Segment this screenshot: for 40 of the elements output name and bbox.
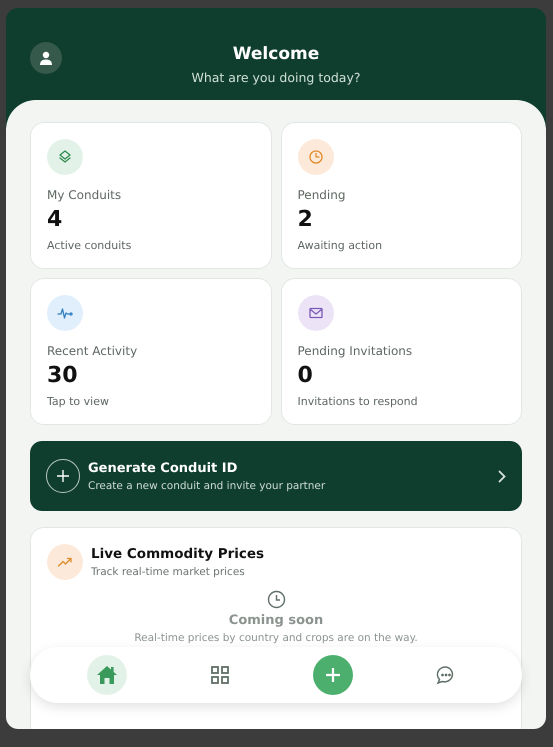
- stat-caption: Tap to view: [47, 395, 110, 408]
- stat-label: Pending Invitations: [298, 344, 414, 358]
- plus-icon: [46, 459, 80, 493]
- clock-icon: [266, 590, 286, 609]
- avatar-icon[interactable]: [30, 42, 62, 74]
- stat-value: 4: [47, 207, 64, 232]
- commodity-title: Live Commodity Prices: [91, 546, 264, 562]
- chevron-right-icon: [498, 470, 506, 482]
- layers-icon: [47, 139, 83, 175]
- coming-soon-title: Coming soon: [228, 613, 324, 628]
- chat-bubble-icon: [436, 665, 456, 685]
- stat-label: My Conduits: [47, 188, 122, 202]
- add-fab-button[interactable]: [312, 655, 352, 695]
- stat-caption: Active conduits: [47, 239, 132, 252]
- stat-label: Recent Activity: [47, 344, 138, 358]
- stat-card[interactable]: Pending 2 Awaiting action: [280, 122, 522, 269]
- envelope-icon: [298, 295, 334, 331]
- house-icon: [96, 665, 118, 685]
- welcome-subtitle: What are you doing today?: [191, 70, 360, 85]
- clock-icon: [298, 139, 334, 175]
- stat-caption: Awaiting action: [298, 239, 384, 252]
- stat-value: 30: [47, 363, 79, 388]
- welcome-title: Welcome: [232, 44, 320, 64]
- stat-caption: Invitations to respond: [298, 395, 419, 408]
- generate-id-banner[interactable]: Generate Conduit ID Create a new conduit and invite your partner: [30, 441, 522, 511]
- grid-icon: [210, 666, 228, 684]
- stat-value: 2: [298, 207, 314, 232]
- banner-subtitle: Create a new conduit and invite your partner: [88, 480, 326, 492]
- trend-up-icon: [47, 544, 83, 580]
- stat-card[interactable]: Recent Activity 30 Tap to view: [30, 278, 272, 425]
- plus-icon: [324, 667, 340, 683]
- stat-value: 0: [298, 363, 314, 388]
- commodity-subtitle: Track real-time market prices: [91, 566, 246, 578]
- stat-card[interactable]: My Conduits 4 Active conduits: [30, 122, 272, 269]
- stat-label: Pending: [298, 188, 346, 202]
- banner-title: Generate Conduit ID: [88, 460, 238, 476]
- coming-soon-text: Real-time prices by country and crops are on the way.: [134, 632, 418, 644]
- home-nav-button[interactable]: [86, 655, 126, 695]
- pulse-icon: [47, 295, 83, 331]
- stat-card[interactable]: Pending Invitations 0 Invitations to respond: [280, 278, 522, 425]
